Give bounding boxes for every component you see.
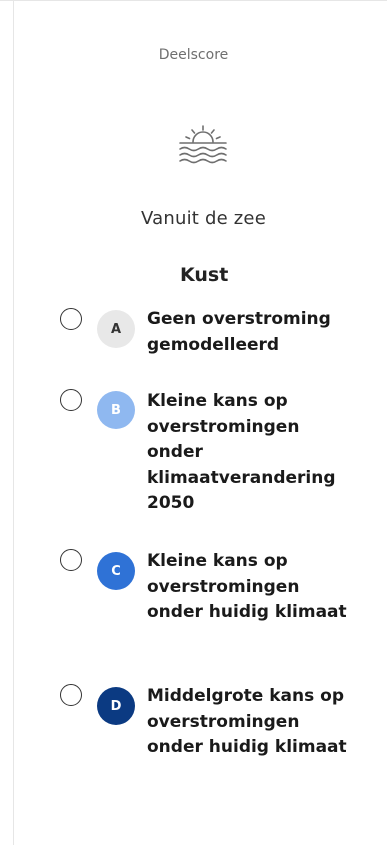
legend-item-label: Kleine kans op overstromingen onder huid…: [147, 551, 347, 622]
badge-d: D: [97, 687, 135, 725]
radio-button[interactable]: [60, 308, 82, 330]
panel-divider: [13, 0, 14, 845]
radio-button[interactable]: [60, 389, 82, 411]
top-border: [0, 0, 387, 1]
score-label: Deelscore: [158, 47, 229, 63]
badge-a: A: [97, 310, 135, 348]
category-title: Vanuit de zee: [141, 208, 266, 229]
radio-button[interactable]: [60, 684, 82, 706]
section-title: Kust: [180, 264, 229, 286]
legend-item-label: Middelgrote kans op overstromingen onder…: [147, 686, 347, 757]
legend-item-label: Geen overstroming gemodelleerd: [147, 309, 331, 355]
radio-button[interactable]: [60, 549, 82, 571]
badge-b: B: [97, 391, 135, 429]
sun-over-sea-icon: [179, 125, 227, 164]
legend-item-label: Kleine kans op overstromingen onder klim…: [147, 391, 336, 513]
badge-c: C: [97, 552, 135, 590]
